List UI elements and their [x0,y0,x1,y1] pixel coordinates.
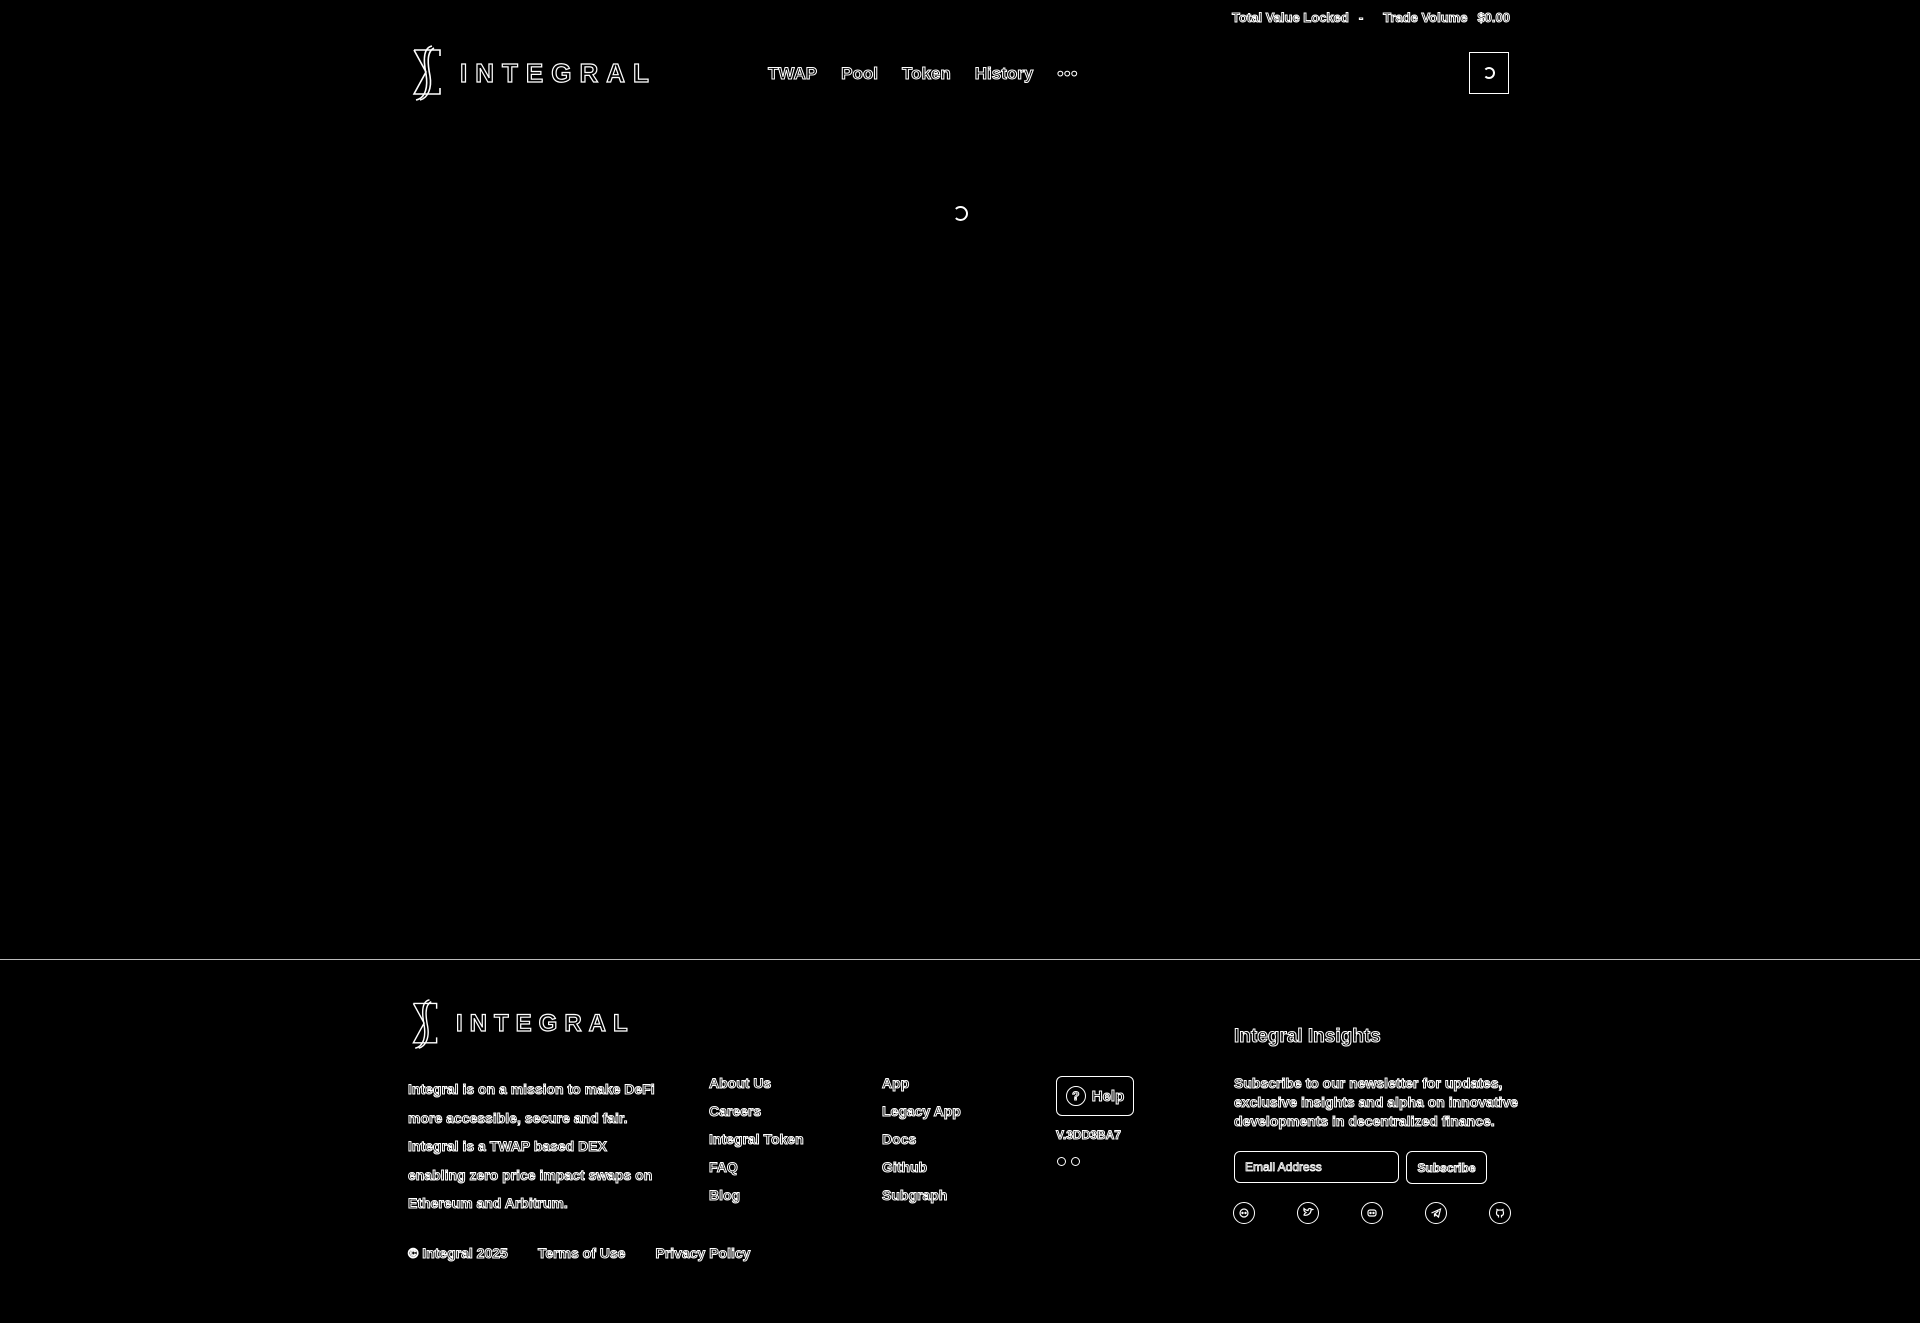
integral-sigma-logo-icon [408,44,446,102]
nav-item-history[interactable]: History [974,64,1034,84]
newsletter-description: Subscribe to our newsletter for updates,… [1234,1075,1519,1130]
footer-links-company: About Us Careers Integral Token FAQ Blog [709,1075,805,1204]
reddit-icon[interactable] [1361,1202,1383,1224]
newsletter-email-input[interactable] [1234,1151,1399,1183]
brand-wordmark: INTEGRAL [459,57,657,88]
footer-brand-wordmark: INTEGRAL [455,1009,635,1037]
footer-link-faq[interactable]: FAQ [709,1159,804,1176]
social-links [1233,1202,1511,1224]
footer-logo[interactable]: INTEGRAL [408,998,635,1050]
tvl-value: - [1358,10,1364,26]
footer-link-docs[interactable]: Docs [882,1131,961,1148]
footer-link-github[interactable]: Github [882,1159,961,1176]
footer-link-integral-token[interactable]: Integral Token [709,1131,805,1148]
volume-label: Trade Volume [1383,10,1468,26]
status-dot-icon [1057,1157,1066,1166]
footer-link-subgraph[interactable]: Subgraph [882,1187,961,1204]
integral-sigma-logo-icon [408,998,442,1050]
footer-link-careers[interactable]: Careers [709,1103,804,1120]
footer-link-app[interactable]: App [882,1075,961,1092]
newsletter-title: Integral Insights [1234,1026,1382,1048]
tvl-label: Total Value Locked [1232,10,1350,26]
telegram-icon[interactable] [1425,1202,1447,1224]
status-dot-icon [1071,1157,1080,1166]
twitter-icon[interactable] [1297,1202,1319,1224]
volume-value: $0.00 [1477,10,1511,26]
wallet-connect-button[interactable] [1469,52,1509,94]
subscribe-button[interactable]: Subscribe [1406,1151,1487,1184]
discord-icon[interactable] [1233,1202,1255,1224]
footer-links-product: App Legacy App Docs Github Subgraph [882,1075,962,1204]
help-label: Help [1091,1087,1125,1105]
github-icon[interactable] [1489,1202,1511,1224]
nav-item-token[interactable]: Token [901,64,951,84]
footer-divider [0,959,1920,960]
protocol-stats-bar: Total Value Locked - Trade Volume $0.00 [1232,10,1511,28]
header-logo[interactable]: INTEGRAL [408,44,657,102]
copyright-text: © Integral 2025 [408,1245,509,1262]
footer-mission-text: Integral is on a mission to make DeFi mo… [408,1081,656,1212]
nav-item-twap[interactable]: TWAP [767,64,817,84]
help-icon: ? [1065,1086,1086,1106]
terms-of-use-link[interactable]: Terms of Use [537,1245,626,1262]
footer-link-blog[interactable]: Blog [709,1187,804,1204]
nav-more-button[interactable]: ••• [1057,64,1078,84]
footer-link-about-us[interactable]: About Us [709,1075,804,1092]
loading-spinner-icon [1483,67,1495,79]
app-version: V.3DD3BA7 [1056,1128,1122,1143]
page-loading-spinner-icon [953,206,968,221]
nav-item-pool[interactable]: Pool [841,64,879,84]
status-indicators [1057,1157,1080,1166]
privacy-policy-link[interactable]: Privacy Policy [655,1245,751,1262]
help-button[interactable]: ? Help [1056,1076,1134,1116]
footer-link-legacy-app[interactable]: Legacy App [882,1103,962,1120]
main-nav: TWAP Pool Token History ••• [767,64,1078,84]
footer-legal-row: © Integral 2025 Terms of Use Privacy Pol… [408,1245,751,1262]
